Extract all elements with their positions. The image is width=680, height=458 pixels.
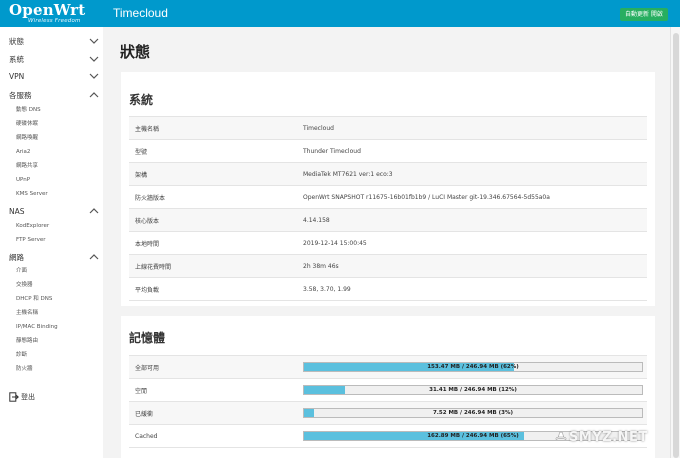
menu-nas[interactable]: NAS [9, 205, 99, 217]
menu-item-switch[interactable]: 交換器 [16, 281, 33, 290]
menu-item-kms-server[interactable]: KMS Server [16, 190, 48, 199]
logout-label: 登出 [21, 393, 35, 401]
menu-item-aria2[interactable]: Aria2 [16, 148, 30, 157]
row-value: Thunder Timecloud [303, 147, 361, 155]
page-title: 狀態 [120, 44, 151, 61]
menu-system[interactable]: 系統 [9, 53, 99, 65]
row-label: 架構 [135, 171, 148, 179]
row-label: 本地時間 [135, 240, 160, 248]
hat-icon [555, 431, 567, 440]
menu-system-label: 系統 [9, 54, 24, 64]
chevron-down-icon [89, 56, 99, 62]
menu-nas-label: NAS [9, 206, 25, 216]
menu-item-ftp-server[interactable]: FTP Server [16, 236, 46, 245]
system-section-title: 系統 [129, 93, 154, 107]
table-row: 防火牆版本 OpenWrt SNAPSHOT r11675-16b01fb1b9… [129, 186, 647, 209]
row-label: 空閒 [135, 387, 148, 395]
menu-network[interactable]: 網路 [9, 251, 99, 263]
page-scrollbar[interactable] [670, 27, 680, 458]
menu-item-ip-mac-binding[interactable]: IP/MAC Binding [16, 323, 58, 332]
row-label: 平均負載 [135, 286, 160, 294]
table-row: 架構 MediaTek MT7621 ver:1 eco:3 [129, 163, 647, 186]
menu-item-firewall[interactable]: 防火牆 [16, 365, 33, 374]
row-label: 全部可用 [135, 364, 160, 372]
progress-text: 7.52 MB / 246.94 MB (3%) [432, 410, 514, 416]
menu-vpn[interactable]: VPN [9, 70, 99, 82]
menu-item-disk-idle[interactable]: 硬碟休眠 [16, 120, 38, 129]
menu-network-label: 網路 [9, 252, 24, 262]
menu-item-kodexplorer[interactable]: KodExplorer [16, 222, 49, 231]
row-label: 上線花費時間 [135, 263, 172, 271]
menu-item-upnp[interactable]: UPnP [16, 176, 30, 185]
row-label: 型號 [135, 148, 148, 156]
memory-progress-bar: 153.47 MB / 246.94 MB (62%) [303, 362, 643, 372]
row-value: OpenWrt SNAPSHOT r11675-16b01fb1b9 / LuC… [303, 193, 550, 201]
row-label: 防火牆版本 [135, 194, 166, 202]
auto-refresh-button[interactable]: 自動更新 開啟 [620, 8, 668, 21]
row-label: 主機名稱 [135, 125, 160, 133]
table-row: 主機名稱 Timecloud [129, 117, 647, 140]
row-value: 4.14.158 [303, 216, 330, 224]
row-value: 2h 38m 46s [303, 262, 339, 270]
menu-vpn-label: VPN [9, 71, 25, 81]
header-bar: OpenWrt Wireless Freedom Timecloud 自動更新 … [0, 0, 680, 27]
row-value: MediaTek MT7621 ver:1 eco:3 [303, 170, 393, 178]
row-label: 核心版本 [135, 217, 160, 225]
menu-status-label: 狀態 [9, 36, 24, 46]
menu-item-hostnames[interactable]: 主機名稱 [16, 309, 38, 318]
memory-progress-bar: 7.52 MB / 246.94 MB (3%) [303, 408, 643, 418]
table-row: 平均負載 3.58, 3.70, 1.99 [129, 278, 647, 301]
progress-text: 153.47 MB / 246.94 MB (62%) [427, 364, 519, 370]
table-row: 全部可用 153.47 MB / 246.94 MB (62%) [129, 356, 647, 379]
watermark: SMYZ.NET [555, 430, 648, 445]
watermark-text: SMYZ.NET [569, 430, 648, 445]
menu-item-dhcp-dns[interactable]: DHCP 和 DNS [16, 295, 52, 304]
openwrt-logo[interactable]: OpenWrt Wireless Freedom [0, 0, 105, 27]
memory-progress-bar: 31.41 MB / 246.94 MB (12%) [303, 385, 643, 395]
menu-item-ddns[interactable]: 動態 DNS [16, 106, 41, 115]
row-value: 2019-12-14 15:00:45 [303, 239, 367, 247]
menu-item-interfaces[interactable]: 介面 [16, 267, 27, 276]
chevron-up-icon [89, 208, 99, 214]
menu-services[interactable]: 各服務 [9, 89, 99, 101]
memory-section-title: 記憶體 [129, 331, 166, 345]
sidebar: 狀態 系統 VPN 各服務 動態 DNS 硬碟休眠 網路喚醒 Aria2 網路共… [0, 27, 103, 458]
chevron-up-icon [89, 254, 99, 260]
brand-name: OpenWrt [9, 1, 86, 19]
table-row: 已緩衝 7.52 MB / 246.94 MB (3%) [129, 402, 647, 425]
menu-item-wol[interactable]: 網路喚醒 [16, 134, 38, 143]
chevron-up-icon [89, 92, 99, 98]
menu-item-static-routes[interactable]: 靜態路由 [16, 337, 38, 346]
table-row: 空閒 31.41 MB / 246.94 MB (12%) [129, 379, 647, 402]
scrollbar-thumb[interactable] [673, 33, 679, 458]
row-value: Timecloud [303, 124, 334, 132]
menu-status[interactable]: 狀態 [9, 35, 99, 47]
system-table: 主機名稱 Timecloud 型號 Thunder Timecloud 架構 M… [129, 116, 647, 301]
brand-tagline: Wireless Freedom [28, 18, 81, 24]
row-label: Cached [135, 432, 158, 440]
progress-text: 31.41 MB / 246.94 MB (12%) [429, 387, 517, 393]
chevron-down-icon [89, 38, 99, 44]
menu-item-network-share[interactable]: 網路共享 [16, 162, 38, 171]
chevron-down-icon [89, 73, 99, 79]
table-row: 核心版本 4.14.158 [129, 209, 647, 232]
hostname-label: Timecloud [113, 6, 168, 20]
table-row: 上線花費時間 2h 38m 46s [129, 255, 647, 278]
table-row: 型號 Thunder Timecloud [129, 140, 647, 163]
main-content: 狀態 系統 主機名稱 Timecloud 型號 Thunder Timeclou… [103, 27, 680, 458]
table-row: 本地時間 2019-12-14 15:00:45 [129, 232, 647, 255]
logout-icon [9, 392, 19, 402]
row-label: 已緩衝 [135, 410, 154, 418]
row-value: 3.58, 3.70, 1.99 [303, 285, 351, 293]
system-section: 系統 主機名稱 Timecloud 型號 Thunder Timecloud 架… [121, 72, 655, 306]
menu-item-diagnostics[interactable]: 診斷 [16, 351, 27, 360]
logout-link[interactable]: 登出 [9, 392, 35, 402]
menu-services-label: 各服務 [9, 90, 32, 100]
